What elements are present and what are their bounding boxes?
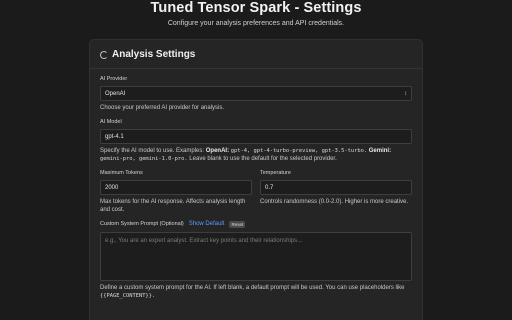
card-divider [90,68,422,69]
max-tokens-input[interactable]: 2000 [100,180,252,195]
reset-button[interactable]: Reset [229,221,246,228]
ai-provider-value: OpenAI [105,90,126,97]
system-prompt-textarea[interactable]: e.g., You are an expert analyst. Extract… [100,232,412,281]
system-prompt-placeholder: e.g., You are an expert analyst. Extract… [105,238,303,244]
temperature-input[interactable]: 0.7 [260,180,412,195]
temperature-help: Controls randomness (0.0-2.0). Higher is… [260,199,409,205]
ai-model-help: Specify the AI model to use. Examples: O… [100,147,412,163]
temperature-group: Temperature 0.7 Controls randomness (0.0… [260,170,412,214]
openai-label: OpenAI: [205,148,230,154]
ai-provider-select[interactable]: OpenAI ↕ [100,86,412,101]
page-content-token: {{PAGE_CONTENT}}. [100,293,156,299]
chevron-updown-icon: ↕ [404,90,407,97]
system-prompt-label: Custom System Prompt (Optional) [100,221,184,227]
system-prompt-header: Custom System Prompt (Optional) Show Def… [100,221,412,228]
temperature-value: 0.7 [265,184,274,191]
card-title: Analysis Settings [112,49,196,60]
max-tokens-group: Maximum Tokens 2000 Max tokens for the A… [100,170,252,214]
ai-model-input[interactable]: gpt-4.1 [100,129,412,144]
card-header: Analysis Settings [100,49,412,61]
tokens-temperature-row: Maximum Tokens 2000 Max tokens for the A… [100,170,412,214]
system-prompt-group: Custom System Prompt (Optional) Show Def… [100,221,412,300]
system-prompt-help-text: Define a custom system prompt for the AI… [100,285,405,291]
ai-model-help-prefix: Specify the AI model to use. Examples: [100,148,206,154]
ai-provider-label: AI Provider [100,76,128,82]
gemini-label: Gemini: [368,148,392,154]
ai-model-value: gpt-4.1 [105,133,124,140]
page-title: Tuned Tensor Spark - Settings [150,0,362,16]
max-tokens-label: Maximum Tokens [100,170,143,176]
max-tokens-help: Max tokens for the AI response. Affects … [100,199,246,213]
gemini-models: gemini-pro, gemini-1.0-pro. [100,156,188,162]
analysis-settings-card: Analysis Settings AI Provider OpenAI ↕ C… [89,39,423,320]
settings-page: Tuned Tensor Spark - Settings Configure … [0,0,512,320]
ai-model-help-suffix: Leave blank to use the default for the s… [187,156,337,162]
temperature-label: Temperature [260,170,291,176]
page-header: Tuned Tensor Spark - Settings Configure … [0,0,512,28]
ai-provider-help: Choose your preferred AI provider for an… [100,105,225,111]
ai-model-group: AI Model gpt-4.1 Specify the AI model to… [100,119,412,163]
ai-model-label: AI Model [100,119,122,125]
ai-provider-group: AI Provider OpenAI ↕ Choose your preferr… [100,76,412,112]
spinner-icon [100,51,108,59]
system-prompt-help: Define a custom system prompt for the AI… [100,284,412,300]
show-default-link[interactable]: Show Default [189,221,225,228]
openai-models: gpt-4, gpt-4-turbo-preview, gpt-3.5-turb… [230,148,368,154]
page-subtitle: Configure your analysis preferences and … [167,20,345,27]
max-tokens-value: 2000 [105,184,119,191]
